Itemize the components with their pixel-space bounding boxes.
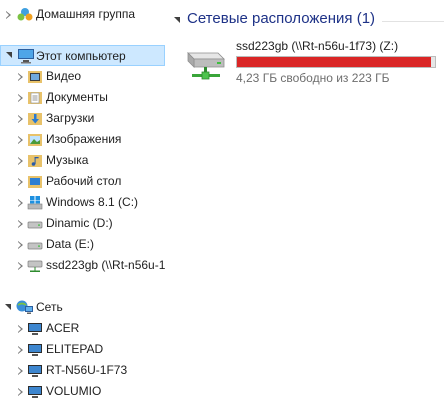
network-drive-tile[interactable]: ssd223gb (\\Rt-n56u-1f73) (Z:) 4,23 ГБ с… [180,37,440,87]
documents-folder-icon [27,90,43,106]
network-drive-icon [182,43,228,83]
expand-arrow-icon[interactable] [16,87,26,108]
network-drive-icon [27,258,43,274]
network-computer-icon [27,384,43,400]
group-title: Сетевые расположения (1) [187,10,376,27]
nav-item-network-drive-z[interactable]: ssd223gb (\\Rt-n56u-1 [0,255,165,276]
nav-item-desktop[interactable]: Рабочий стол [0,171,165,192]
collapse-arrow-icon[interactable] [5,45,15,66]
pictures-folder-icon [27,132,43,148]
nav-item-video[interactable]: Видео [0,66,165,87]
expand-arrow-icon[interactable] [16,66,26,87]
nav-label-documents: Документы [46,90,108,104]
homegroup-icon [17,6,33,22]
collapse-arrow-icon[interactable] [4,297,14,318]
nav-item-pictures[interactable]: Изображения [0,129,165,150]
expand-arrow-icon[interactable] [16,129,26,150]
desktop-folder-icon [27,174,43,190]
nav-label-network: Сеть [36,300,63,314]
nav-item-volumio[interactable]: VOLUMIO [0,381,165,402]
hard-drive-icon [27,216,43,232]
drive-free-space: 4,23 ГБ свободно из 223 ГБ [236,71,390,85]
nav-item-drive-e[interactable]: Data (E:) [0,234,165,255]
network-computer-icon [27,363,43,379]
expand-arrow-icon[interactable] [16,108,26,129]
nav-label-acer: ACER [46,321,80,335]
network-computer-icon [27,342,43,358]
nav-item-documents[interactable]: Документы [0,87,165,108]
expand-arrow-icon[interactable] [16,255,26,276]
collapse-group-icon[interactable] [174,17,180,23]
nav-item-acer[interactable]: ACER [0,318,165,339]
drive-name: ssd223gb (\\Rt-n56u-1f73) (Z:) [236,39,399,53]
nav-label-elitepad: ELITEPAD [46,342,104,356]
expand-arrow-icon[interactable] [16,171,26,192]
expand-arrow-icon[interactable] [16,381,26,402]
expand-arrow-icon[interactable] [16,318,26,339]
expand-arrow-icon[interactable] [16,150,26,171]
expand-arrow-icon[interactable] [16,192,26,213]
nav-label-pictures: Изображения [46,132,122,146]
nav-item-rt-n56u[interactable]: RT-N56U-1F73 [0,360,165,381]
navigation-pane: Домашняя группа Этот компьютер Видео Док… [0,0,165,409]
nav-item-elitepad[interactable]: ELITEPAD [0,339,165,360]
nav-label-desktop: Рабочий стол [46,174,122,188]
expand-arrow-icon[interactable] [16,234,26,255]
music-folder-icon [27,153,43,169]
nav-item-drive-d[interactable]: Dinamic (D:) [0,213,165,234]
nav-label-drive-e: Data (E:) [46,237,95,251]
nav-label-music: Музыка [46,153,89,167]
nav-label-rt-n56u: RT-N56U-1F73 [46,363,128,377]
nav-label-drive-c: Windows 8.1 (C:) [46,195,139,209]
downloads-folder-icon [27,111,43,127]
hard-drive-icon [27,237,43,253]
expand-arrow-icon[interactable] [16,360,26,381]
video-folder-icon [27,69,43,85]
drive-usage-bar [236,56,436,68]
nav-item-network[interactable]: Сеть [0,297,165,318]
expand-arrow-icon[interactable] [4,4,14,25]
nav-label-downloads: Загрузки [46,111,95,125]
nav-item-homegroup[interactable]: Домашняя группа [0,4,165,25]
drive-usage-fill [237,57,432,67]
nav-item-this-pc[interactable]: Этот компьютер [0,45,165,66]
nav-label-homegroup: Домашняя группа [36,7,136,21]
nav-label-network-drive-z: ssd223gb (\\Rt-n56u-1 [46,258,165,272]
nav-label-volumio: VOLUMIO [46,384,102,398]
network-computer-icon [27,321,43,337]
windows-drive-icon [27,195,43,211]
nav-item-downloads[interactable]: Загрузки [0,108,165,129]
nav-item-drive-c[interactable]: Windows 8.1 (C:) [0,192,165,213]
nav-label-video: Видео [46,69,82,83]
nav-label-drive-d: Dinamic (D:) [46,216,113,230]
network-icon [16,299,33,315]
nav-label-this-pc: Этот компьютер [36,49,126,63]
group-divider [382,21,444,22]
expand-arrow-icon[interactable] [16,339,26,360]
nav-item-music[interactable]: Музыка [0,150,165,171]
group-header-network-locations[interactable]: Сетевые расположения (1) [172,9,444,31]
computer-icon [17,48,34,64]
expand-arrow-icon[interactable] [16,213,26,234]
